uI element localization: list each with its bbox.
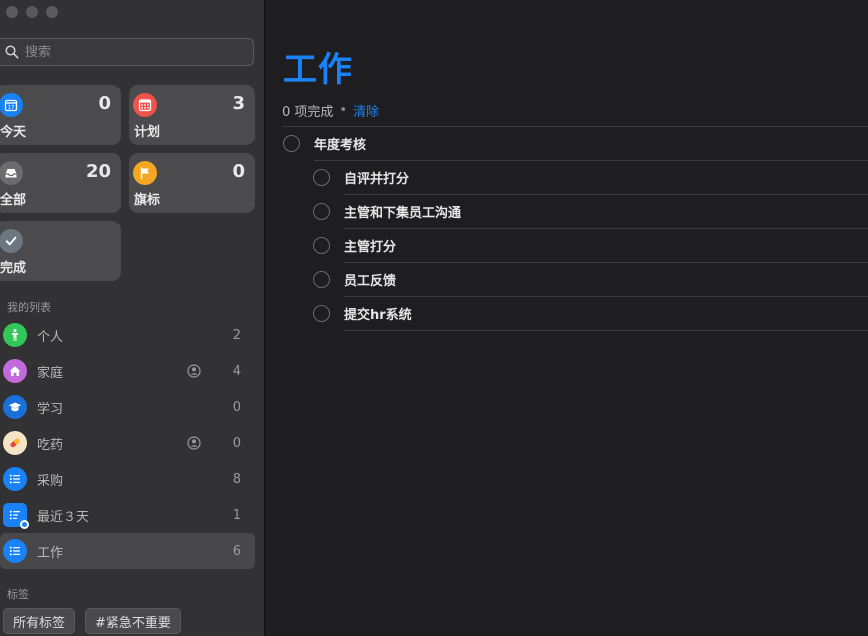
tag-urgent-not-important[interactable]: #紧急不重要 xyxy=(85,608,181,634)
tag-all-tags[interactable]: 所有标签 xyxy=(3,608,76,634)
list-item-family[interactable]: 家庭 4 xyxy=(0,353,255,389)
list-item-count: 8 xyxy=(232,471,241,487)
smart-list-all[interactable]: 20 全部 xyxy=(0,153,121,213)
subtask-row[interactable]: 提交hr系统 xyxy=(313,296,412,330)
list-item-name: 吃药 xyxy=(37,437,64,453)
task-checkbox[interactable] xyxy=(313,270,330,288)
list-item-name: 工作 xyxy=(37,545,64,561)
smart-list-all-label: 全部 xyxy=(0,193,27,208)
smart-list-all-count: 20 xyxy=(85,161,111,182)
list-title: 工作 xyxy=(283,50,353,90)
divider xyxy=(344,330,868,331)
clear-completed-button[interactable]: 清除 xyxy=(353,101,379,120)
divider xyxy=(344,262,868,263)
shared-person-icon xyxy=(187,436,201,450)
list-item-personal[interactable]: 个人 2 xyxy=(0,317,255,353)
list-item-name: 个人 xyxy=(37,329,64,345)
checkmark-icon xyxy=(0,229,23,253)
smart-list-completed-label: 完成 xyxy=(0,261,27,276)
task-checkbox[interactable] xyxy=(313,304,330,322)
subtask-row[interactable]: 自评并打分 xyxy=(313,160,409,194)
task-title[interactable]: 年度考核 xyxy=(314,134,366,153)
smart-list-flagged-count: 0 xyxy=(232,161,245,182)
main-content: 工作 0 项完成 • 清除 年度考核 自评并打分 主管和下集员工沟通 主管打分 … xyxy=(266,0,868,636)
task-title[interactable]: 提交hr系统 xyxy=(344,304,412,323)
sidebar: 17 0 今天 3 计划 20 全部 0 旗标 完成 我的列表 xyxy=(0,0,265,636)
list-item-count: 4 xyxy=(232,363,241,379)
list-item-count: 2 xyxy=(232,327,241,343)
window-controls xyxy=(6,6,58,18)
list-item-medicine[interactable]: 吃药 0 xyxy=(0,425,255,461)
svg-text:17: 17 xyxy=(8,105,15,111)
list-item-shopping[interactable]: 采购 8 xyxy=(0,461,255,497)
task-checkbox[interactable] xyxy=(313,236,330,254)
subtask-row[interactable]: 主管打分 xyxy=(313,228,396,262)
list-item-count: 6 xyxy=(232,543,241,559)
graduation-cap-icon xyxy=(3,395,27,419)
calendar-grid-icon xyxy=(133,93,157,117)
divider xyxy=(344,228,868,229)
my-lists-heading: 我的列表 xyxy=(7,301,51,314)
smart-list-today-label: 今天 xyxy=(0,125,27,140)
completed-count-text: 0 项完成 xyxy=(282,105,334,120)
task-checkbox[interactable] xyxy=(313,202,330,220)
flag-icon xyxy=(133,161,157,185)
list-item-name: 家庭 xyxy=(37,365,64,381)
list-item-recent-3-days[interactable]: 最近３天 1 xyxy=(0,497,255,533)
close-window-button[interactable] xyxy=(6,6,18,18)
list-icon xyxy=(3,539,27,563)
gear-badge-icon xyxy=(20,520,29,529)
task-checkbox[interactable] xyxy=(313,168,330,186)
smart-list-scheduled-count: 3 xyxy=(232,93,245,114)
list-item-name: 最近３天 xyxy=(37,509,90,525)
search-input[interactable] xyxy=(25,44,225,60)
smart-list-scheduled[interactable]: 3 计划 xyxy=(129,85,255,145)
smart-list-icon xyxy=(3,503,29,529)
search-icon xyxy=(3,43,21,61)
minimize-window-button[interactable] xyxy=(26,6,38,18)
subtask-row[interactable]: 员工反馈 xyxy=(313,262,396,296)
smart-list-scheduled-label: 计划 xyxy=(134,125,161,140)
list-icon xyxy=(3,467,27,491)
list-item-work[interactable]: 工作 6 xyxy=(0,533,255,569)
list-item-count: 0 xyxy=(232,399,241,415)
subtask-row[interactable]: 主管和下集员工沟通 xyxy=(313,194,461,228)
list-item-name: 学习 xyxy=(37,401,64,417)
search-box[interactable] xyxy=(0,38,254,66)
calendar-icon: 17 xyxy=(0,93,23,117)
divider xyxy=(344,296,868,297)
task-title[interactable]: 自评并打分 xyxy=(344,168,409,187)
zoom-window-button[interactable] xyxy=(46,6,58,18)
divider xyxy=(282,126,868,127)
smart-list-flagged-label: 旗标 xyxy=(134,193,161,208)
person-icon xyxy=(3,323,27,347)
list-item-count: 0 xyxy=(232,435,241,451)
house-icon xyxy=(3,359,27,383)
shared-person-icon xyxy=(187,364,201,378)
smart-list-today[interactable]: 17 0 今天 xyxy=(0,85,121,145)
tray-icon xyxy=(0,161,23,185)
task-checkbox[interactable] xyxy=(283,134,300,152)
task-title[interactable]: 员工反馈 xyxy=(344,270,396,289)
completed-summary: 0 项完成 • 清除 xyxy=(282,101,379,120)
smart-list-completed[interactable]: 完成 xyxy=(0,221,121,281)
task-title[interactable]: 主管和下集员工沟通 xyxy=(344,202,461,221)
list-item-count: 1 xyxy=(232,507,241,523)
list-item-name: 采购 xyxy=(37,473,64,489)
task-row[interactable]: 年度考核 xyxy=(283,126,366,160)
tags-heading: 标签 xyxy=(7,588,29,601)
separator-dot: • xyxy=(339,103,348,118)
smart-list-flagged[interactable]: 0 旗标 xyxy=(129,153,255,213)
task-title[interactable]: 主管打分 xyxy=(344,236,396,255)
list-item-study[interactable]: 学习 0 xyxy=(0,389,255,425)
smart-list-today-count: 0 xyxy=(98,93,111,114)
pill-icon xyxy=(3,431,27,455)
